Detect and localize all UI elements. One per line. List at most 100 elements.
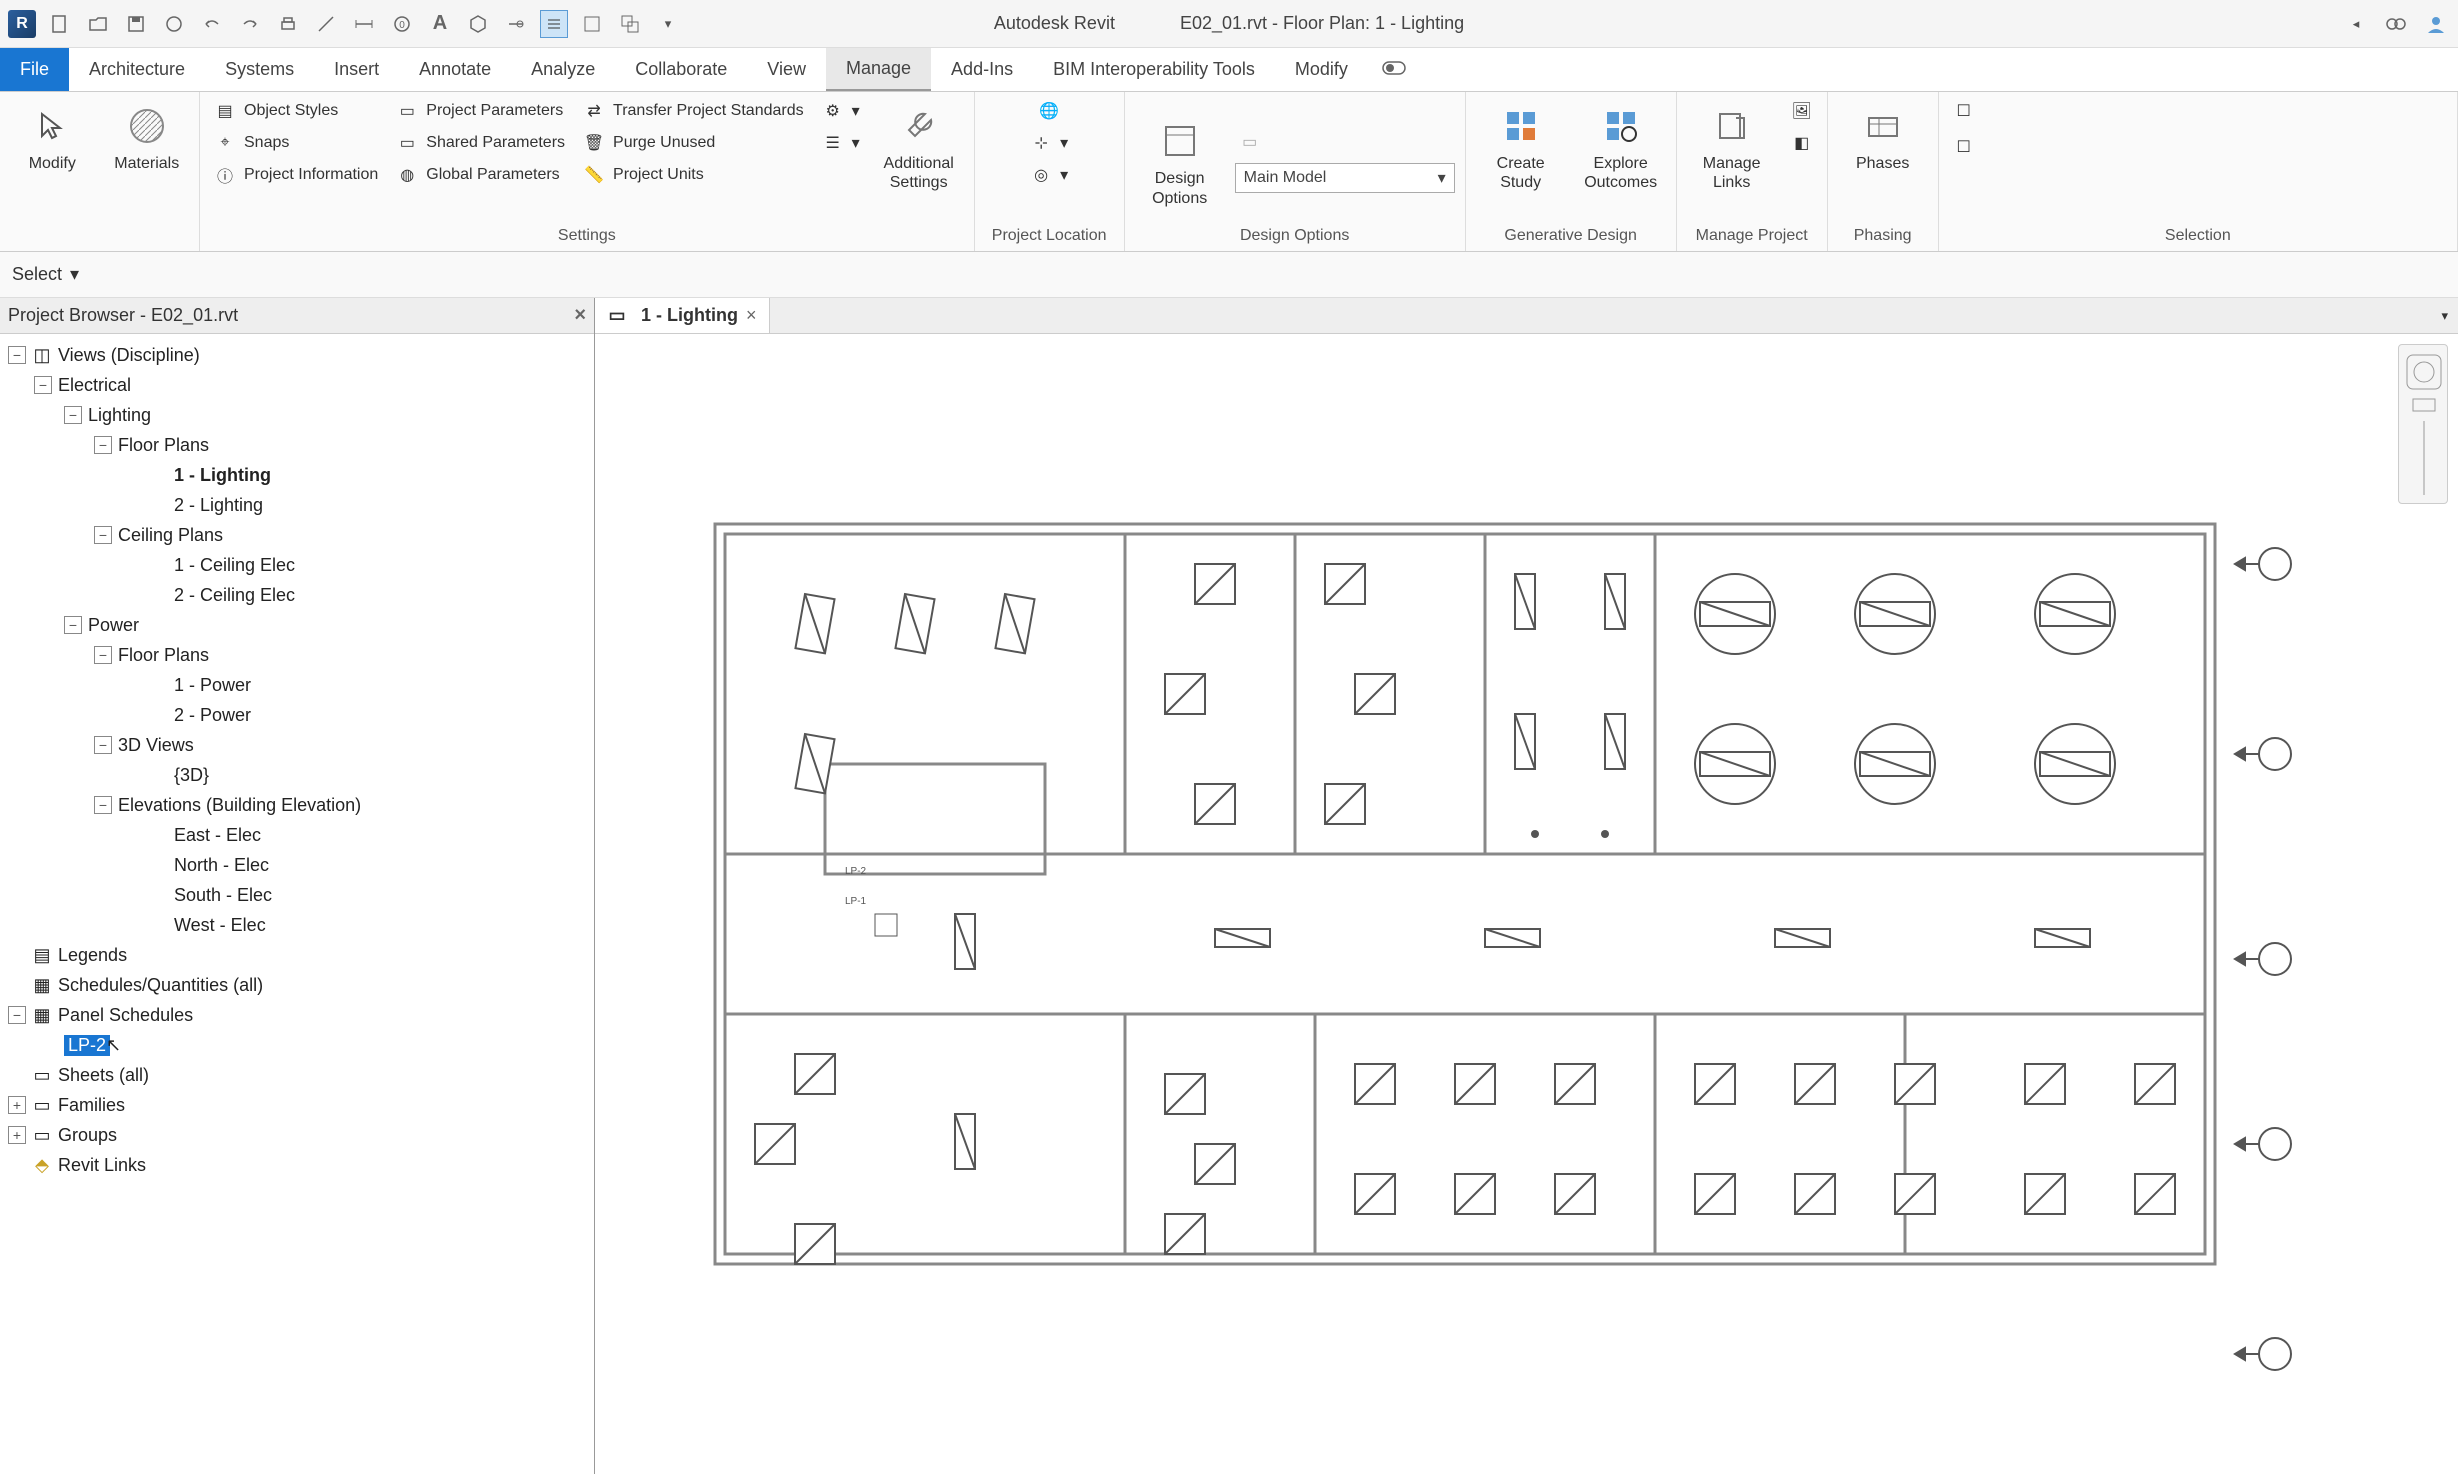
phases-button[interactable]: Phases bbox=[1838, 98, 1928, 173]
view-tabs-menu[interactable]: ▾ bbox=[2431, 308, 2458, 324]
tree-north[interactable]: North - Elec bbox=[4, 850, 590, 880]
dimension-icon[interactable] bbox=[350, 10, 378, 38]
tree-3d[interactable]: {3D} bbox=[4, 760, 590, 790]
chevron-down-icon[interactable]: ▾ bbox=[70, 264, 79, 285]
additional-settings-button[interactable]: Additional Settings bbox=[874, 98, 964, 192]
tab-architecture[interactable]: Architecture bbox=[69, 48, 205, 91]
tree-1-ceiling[interactable]: 1 - Ceiling Elec bbox=[4, 550, 590, 580]
manage-links-button[interactable]: Manage Links bbox=[1687, 98, 1777, 192]
global-parameters-button[interactable]: ◍Global Parameters bbox=[392, 162, 569, 188]
chevron-left-icon[interactable]: ◂ bbox=[2342, 10, 2370, 38]
collapse-icon[interactable]: − bbox=[94, 436, 112, 454]
section-icon[interactable] bbox=[502, 10, 530, 38]
default-3d-icon[interactable] bbox=[464, 10, 492, 38]
collapse-icon[interactable]: − bbox=[94, 796, 112, 814]
tree-legends[interactable]: ▤Legends bbox=[4, 940, 590, 970]
purge-unused-button[interactable]: 🗑Purge Unused bbox=[579, 130, 808, 156]
create-study-button[interactable]: Create Study bbox=[1476, 98, 1566, 192]
tree-south[interactable]: South - Elec bbox=[4, 880, 590, 910]
tab-bim[interactable]: BIM Interoperability Tools bbox=[1033, 48, 1275, 91]
select-label[interactable]: Select bbox=[12, 264, 62, 285]
collapse-icon[interactable]: − bbox=[8, 1006, 26, 1024]
tree-elevations[interactable]: −Elevations (Building Elevation) bbox=[4, 790, 590, 820]
collapse-icon[interactable]: − bbox=[8, 346, 26, 364]
design-options-combo[interactable]: Main Model ▾ bbox=[1235, 163, 1455, 193]
sync-icon[interactable] bbox=[160, 10, 188, 38]
expand-icon[interactable]: + bbox=[8, 1096, 26, 1114]
qat-dropdown-icon[interactable]: ▾ bbox=[654, 10, 682, 38]
tree[interactable]: −◫Views (Discipline) −Electrical −Lighti… bbox=[0, 334, 594, 1474]
tree-floor-plans[interactable]: −Floor Plans bbox=[4, 430, 590, 460]
view-tab-1-lighting[interactable]: ▭ 1 - Lighting × bbox=[595, 298, 770, 333]
tree-electrical[interactable]: −Electrical bbox=[4, 370, 590, 400]
tab-analyze[interactable]: Analyze bbox=[511, 48, 615, 91]
measure-icon[interactable] bbox=[312, 10, 340, 38]
tree-power[interactable]: −Power bbox=[4, 610, 590, 640]
tree-power-floor-plans[interactable]: −Floor Plans bbox=[4, 640, 590, 670]
tree-2-ceiling[interactable]: 2 - Ceiling Elec bbox=[4, 580, 590, 610]
tree-2-lighting[interactable]: 2 - Lighting bbox=[4, 490, 590, 520]
coordinates-button[interactable]: ⊹▾ bbox=[1026, 130, 1072, 156]
collapse-icon[interactable]: − bbox=[94, 646, 112, 664]
collapse-icon[interactable]: − bbox=[64, 406, 82, 424]
settings-dropdown-2[interactable]: ☰▾ bbox=[818, 130, 864, 156]
object-styles-button[interactable]: ▤Object Styles bbox=[210, 98, 382, 124]
navigation-bar[interactable] bbox=[2398, 344, 2448, 504]
location-button[interactable]: 🌐 bbox=[1034, 98, 1064, 124]
tab-annotate[interactable]: Annotate bbox=[399, 48, 511, 91]
design-options-button[interactable]: Design Options bbox=[1135, 113, 1225, 207]
canvas[interactable]: LP-2 LP-1 bbox=[595, 334, 2458, 1474]
decal-types-button[interactable]: ◧ bbox=[1787, 130, 1817, 156]
tab-file[interactable]: File bbox=[0, 48, 69, 91]
tab-addins[interactable]: Add-Ins bbox=[931, 48, 1033, 91]
user-communicate-icon[interactable] bbox=[2382, 10, 2410, 38]
tab-modify[interactable]: Modify bbox=[1275, 48, 1368, 91]
collapse-icon[interactable]: − bbox=[34, 376, 52, 394]
redo-icon[interactable] bbox=[236, 10, 264, 38]
tree-views-root[interactable]: −◫Views (Discipline) bbox=[4, 340, 590, 370]
tree-west[interactable]: West - Elec bbox=[4, 910, 590, 940]
tree-2-power[interactable]: 2 - Power bbox=[4, 700, 590, 730]
tag-icon[interactable]: 0 bbox=[388, 10, 416, 38]
tree-revit-links[interactable]: ⬘Revit Links bbox=[4, 1150, 590, 1180]
print-icon[interactable] bbox=[274, 10, 302, 38]
collapse-icon[interactable]: − bbox=[94, 736, 112, 754]
tree-1-power[interactable]: 1 - Power bbox=[4, 670, 590, 700]
tab-insert[interactable]: Insert bbox=[314, 48, 399, 91]
project-parameters-button[interactable]: ▭Project Parameters bbox=[392, 98, 569, 124]
tree-panel-schedules[interactable]: −▦Panel Schedules bbox=[4, 1000, 590, 1030]
filter-toggle-icon[interactable] bbox=[1368, 48, 1420, 91]
modify-button[interactable]: Modify bbox=[10, 98, 95, 173]
project-units-button[interactable]: 📏Project Units bbox=[579, 162, 808, 188]
close-icon[interactable]: × bbox=[746, 305, 757, 326]
position-button[interactable]: ◎▾ bbox=[1026, 162, 1072, 188]
tab-systems[interactable]: Systems bbox=[205, 48, 314, 91]
materials-button[interactable]: Materials bbox=[105, 98, 190, 173]
tree-1-lighting[interactable]: 1 - Lighting bbox=[4, 460, 590, 490]
revit-logo-icon[interactable]: R bbox=[8, 10, 36, 38]
tree-lighting[interactable]: −Lighting bbox=[4, 400, 590, 430]
selection-load-button[interactable]: ☐ bbox=[1949, 134, 1979, 160]
save-icon[interactable] bbox=[122, 10, 150, 38]
tab-view[interactable]: View bbox=[747, 48, 826, 91]
project-information-button[interactable]: ⓘProject Information bbox=[210, 162, 382, 188]
manage-images-button[interactable]: 🖼 bbox=[1787, 98, 1817, 124]
expand-icon[interactable]: + bbox=[8, 1126, 26, 1144]
open-icon[interactable] bbox=[84, 10, 112, 38]
tree-east[interactable]: East - Elec bbox=[4, 820, 590, 850]
collapse-icon[interactable]: − bbox=[94, 526, 112, 544]
tab-collaborate[interactable]: Collaborate bbox=[615, 48, 747, 91]
tree-lp2[interactable]: LP-2↖ bbox=[4, 1030, 590, 1060]
shared-parameters-button[interactable]: ▭Shared Parameters bbox=[392, 130, 569, 156]
undo-icon[interactable] bbox=[198, 10, 226, 38]
tree-ceiling-plans[interactable]: −Ceiling Plans bbox=[4, 520, 590, 550]
add-to-set-button[interactable]: ▭ bbox=[1235, 129, 1455, 155]
tab-manage[interactable]: Manage bbox=[826, 48, 931, 91]
tree-3d-views[interactable]: −3D Views bbox=[4, 730, 590, 760]
snaps-button[interactable]: ⌖Snaps bbox=[210, 130, 382, 156]
close-hidden-icon[interactable] bbox=[578, 10, 606, 38]
transfer-project-standards-button[interactable]: ⇄Transfer Project Standards bbox=[579, 98, 808, 124]
tree-sheets[interactable]: ▭Sheets (all) bbox=[4, 1060, 590, 1090]
thin-lines-highlighted-icon[interactable] bbox=[540, 10, 568, 38]
selection-ids-button[interactable]: ☐ bbox=[1949, 98, 1979, 124]
